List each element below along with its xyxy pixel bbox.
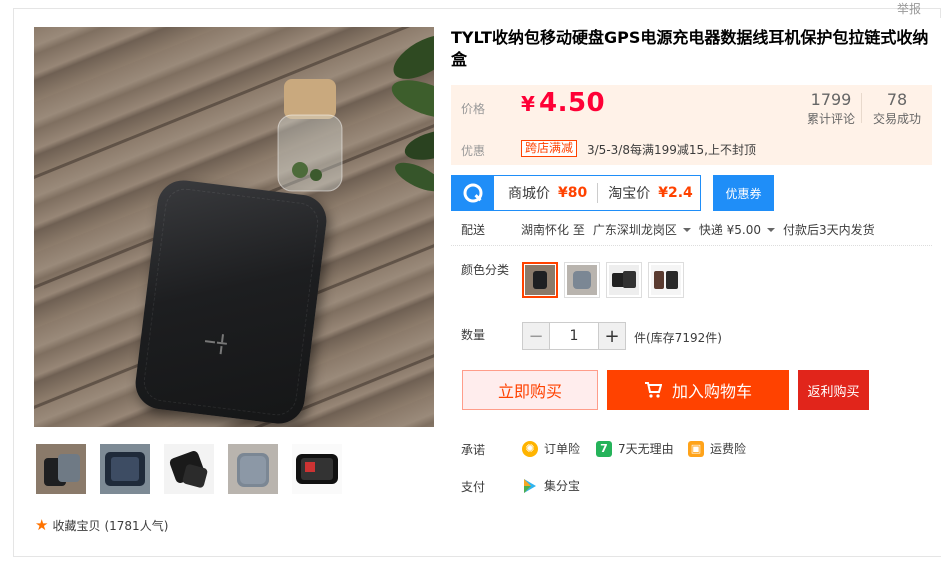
quantity-label: 数量 (461, 328, 486, 342)
shipping-insurance-icon: ▣ (688, 440, 704, 457)
price-value: 4.50 (539, 88, 606, 118)
promo-text: 3/5-3/8每满199减15,上不封顶 (587, 143, 756, 157)
shipping-method: 快递 ¥5.00 (698, 223, 762, 237)
deals-stat: 78 交易成功 (867, 90, 927, 127)
deals-label: 交易成功 (872, 112, 921, 126)
plus-minus-logo-icon (204, 334, 227, 355)
shipping-destination: 广东深圳龙岗区 (592, 223, 677, 237)
shipping-destination-select[interactable]: 广东深圳龙岗区 (593, 221, 699, 238)
price-compare-bar: 商城价 ¥80 淘宝价 ¥2.4 (451, 175, 701, 211)
main-product-image[interactable] (34, 27, 434, 427)
price-label: 价格 (461, 102, 486, 116)
service-7day-return[interactable]: 7 7天无理由 (596, 440, 674, 457)
coupon-button[interactable]: 优惠券 (713, 175, 774, 211)
guarantee-label: 承诺 (461, 443, 486, 457)
jifenbao-icon (524, 478, 536, 493)
promo-tag[interactable]: 跨店满减 (521, 140, 578, 157)
add-to-cart-label: 加入购物车 (671, 382, 752, 401)
thumbnail-4[interactable] (228, 444, 278, 494)
favorite-label: 收藏宝贝 (52, 519, 101, 533)
reviews-stat[interactable]: 1799 累计评论 (801, 90, 861, 127)
thumbnail-2[interactable] (100, 444, 150, 494)
compare-divider (597, 183, 599, 203)
taobao-price-label: 淘宝价 (608, 186, 651, 202)
service-label: 运费险 (710, 442, 747, 456)
compare-logo-icon (452, 176, 494, 210)
shipping-dispatch: 付款后3天内发货 (783, 223, 875, 237)
service-shipping-insurance[interactable]: ▣ 运费险 (688, 440, 746, 457)
quantity-increase-button[interactable]: + (598, 322, 626, 350)
service-label: 订单险 (544, 442, 581, 456)
stock-text: 件(库存7192件) (634, 331, 722, 345)
mall-price-label: 商城价 (508, 186, 550, 202)
mall-price-value: ¥80 (558, 185, 588, 201)
color-option-2[interactable] (564, 262, 600, 298)
cart-icon (644, 382, 662, 398)
chevron-down-icon (682, 228, 691, 232)
sun-icon: ✺ (522, 440, 538, 457)
report-link[interactable]: 举报 (897, 0, 921, 17)
price-panel: 价格 ¥ 4.50 1799 累计评论 78 交易成功 优惠 跨店满减 3/5-… (451, 85, 932, 165)
color-label: 颜色分类 (461, 263, 510, 277)
payment-method-label: 集分宝 (544, 479, 581, 493)
thumbnail-strip (36, 444, 342, 494)
color-options (522, 262, 684, 298)
payment-method[interactable]: 集分宝 (522, 477, 580, 494)
service-label: 7天无理由 (618, 442, 674, 456)
add-to-cart-button[interactable]: 加入购物车 (607, 370, 789, 410)
shipping-from: 湖南怀化 至 (521, 223, 585, 237)
favorite-button[interactable]: ★ 收藏宝贝 (1781人气) (35, 517, 168, 534)
favorite-popularity: (1781人气) (104, 519, 169, 533)
stat-divider (861, 93, 862, 123)
color-option-3[interactable] (606, 262, 642, 298)
reviews-count: 1799 (810, 90, 852, 109)
taobao-price-value: ¥2.4 (658, 185, 693, 201)
shipping-row: 配送 湖南怀化 至 广东深圳龙岗区 快递 ¥5.00 付款后3天内发货 (451, 214, 932, 246)
quantity-input[interactable]: 1 (550, 322, 598, 350)
promo-label: 优惠 (461, 144, 486, 158)
rebate-buy-button[interactable]: 返利购买 (798, 370, 869, 410)
black-case-product (132, 177, 330, 427)
glass-jar-decoration (277, 79, 343, 192)
thumbnail-1[interactable] (36, 444, 86, 494)
quantity-decrease-button[interactable]: − (522, 322, 550, 350)
shipping-label: 配送 (461, 223, 486, 237)
payment-label: 支付 (461, 480, 486, 494)
quantity-stepper: − 1 + (522, 322, 626, 350)
service-order-insurance[interactable]: ✺ 订单险 (522, 440, 580, 457)
star-icon: ★ (35, 516, 49, 534)
deals-count: 78 (886, 90, 908, 109)
chevron-down-icon (767, 228, 776, 232)
product-title: TYLT收纳包移动硬盘GPS电源充电器数据线耳机保护包拉链式收纳盒 (451, 28, 929, 69)
reviews-label: 累计评论 (806, 112, 855, 126)
seven-day-icon: 7 (596, 440, 612, 457)
color-option-4[interactable] (648, 262, 684, 298)
plant-leaves-decoration (391, 35, 434, 192)
price-currency: ¥ (521, 92, 535, 116)
thumbnail-3[interactable] (164, 444, 214, 494)
color-option-1[interactable] (522, 262, 558, 298)
thumbnail-5[interactable] (292, 444, 342, 494)
buy-now-button[interactable]: 立即购买 (462, 370, 598, 410)
shipping-method-select[interactable]: 快递 ¥5.00 (699, 221, 783, 238)
